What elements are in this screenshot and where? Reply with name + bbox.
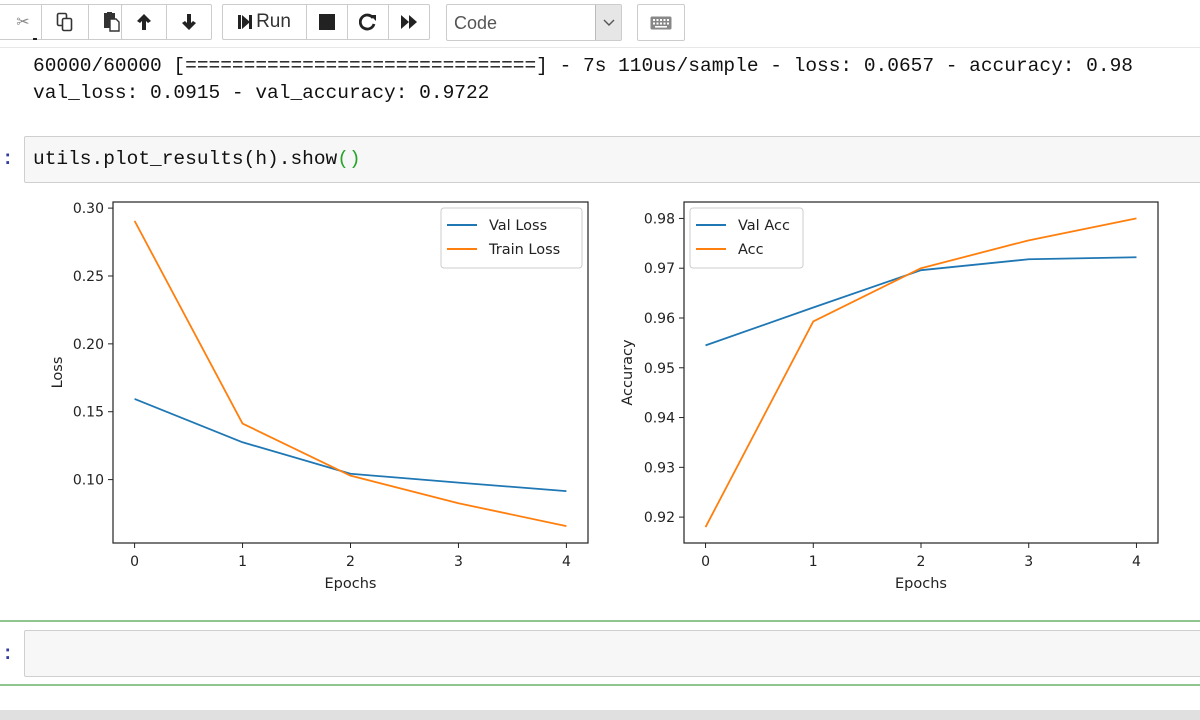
chart1-legend-label: Acc (738, 242, 764, 258)
chart1-ylabel: Accuracy (620, 339, 636, 406)
notebook-toolbar: ✂ Run Code (0, 0, 1200, 46)
run-button[interactable]: Run (222, 4, 307, 40)
chart1-ytick-label: 0.93 (644, 460, 675, 476)
chart1-legend-box (689, 207, 804, 269)
chart0-ytick-label: 0.20 (73, 337, 104, 353)
chart0-xtick-label: 3 (454, 554, 463, 570)
cell-type-select[interactable]: Code (446, 4, 622, 41)
keyboard-icon (650, 16, 672, 29)
cell-type-value: Code (454, 13, 498, 33)
chart1-xtick-label: 0 (701, 554, 710, 570)
chart1-ytick-label: 0.97 (644, 261, 675, 277)
paste-icon (104, 12, 120, 32)
chart0-xlabel: Epochs (325, 576, 377, 592)
chevron-down-icon (595, 5, 621, 40)
chart0-ytick-label: 0.25 (73, 269, 104, 285)
cell-prompt: : (2, 148, 14, 170)
chart1-ytick-label: 0.96 (644, 311, 675, 327)
arrow-down-icon (182, 14, 196, 30)
arrow-up-icon (137, 14, 151, 30)
move-up-button[interactable] (121, 4, 167, 40)
chart1-xtick-label: 4 (1132, 554, 1141, 570)
cut-button[interactable]: ✂ (0, 4, 42, 40)
chart1-xtick-label: 2 (917, 554, 926, 570)
chart0-xtick-label: 2 (346, 554, 355, 570)
restart-button[interactable] (347, 4, 389, 40)
training-progress-output: 60000/60000 [===========================… (33, 55, 1133, 77)
chart0-ytick-label: 0.30 (73, 201, 104, 217)
command-palette-button[interactable] (637, 4, 685, 41)
chart1-xtick-label: 1 (809, 554, 818, 570)
scissors-icon: ✂ (16, 14, 30, 31)
chart1-ytick-label: 0.92 (644, 510, 675, 526)
copy-icon (56, 12, 73, 32)
fast-forward-icon (401, 15, 417, 29)
run-button-group: Run (222, 4, 430, 40)
move-down-button[interactable] (166, 4, 212, 40)
toolbar-divider (0, 47, 1200, 48)
copy-button[interactable] (41, 4, 89, 40)
chart0-xtick-label: 0 (130, 554, 139, 570)
chart1-legend-label: Val Acc (738, 218, 790, 234)
chart1-ytick-label: 0.98 (644, 211, 675, 227)
chart1-xtick-label: 3 (1024, 554, 1033, 570)
code-call: utils.plot_results(h).show (33, 148, 338, 170)
plot-output: 0 1 2 3 4 0.10 0.15 0.20 0.25 0.30 Epochs Loss Val L… (50, 201, 1159, 592)
chart0-ytick-label: 0.10 (73, 473, 104, 489)
chart1-ytick-label: 0.95 (644, 361, 675, 377)
code-cell-input[interactable]: utils.plot_results(h).show() (24, 136, 1200, 183)
move-button-group (121, 4, 212, 40)
chart0-legend-box (440, 207, 583, 269)
code-text: utils.plot_results(h).show() (33, 148, 361, 170)
edit-button-group: ✂ (0, 4, 136, 40)
run-label: Run (256, 11, 291, 32)
selected-cell-bottom-border (0, 684, 1200, 686)
selected-cell-top-border (0, 620, 1200, 622)
chart1-xlabel: Epochs (895, 576, 947, 592)
chart0-legend-label: Val Loss (489, 218, 547, 234)
chart0-legend-label: Train Loss (488, 242, 560, 258)
empty-code-cell-input[interactable] (24, 630, 1200, 677)
code-parens: () (337, 148, 361, 170)
restart-icon (359, 13, 376, 31)
step-forward-icon (238, 15, 253, 29)
chart0-xtick-label: 4 (562, 554, 571, 570)
empty-cell-prompt: : (2, 643, 14, 665)
notebook-footer (0, 710, 1200, 720)
chart0-xtick-label: 1 (238, 554, 247, 570)
chart1-ytick-label: 0.94 (644, 411, 675, 427)
restart-run-all-button[interactable] (388, 4, 430, 40)
stop-icon (319, 14, 335, 30)
interrupt-button[interactable] (306, 4, 348, 40)
output-scroll-fragment (33, 38, 37, 40)
chart0-ylabel: Loss (50, 357, 66, 389)
validation-metrics-output: val_loss: 0.0915 - val_accuracy: 0.9722 (33, 82, 490, 104)
chart0-ytick-label: 0.15 (73, 405, 104, 421)
notebook-page: ✂ Run Code 60000/60000 [================… (0, 0, 1200, 720)
